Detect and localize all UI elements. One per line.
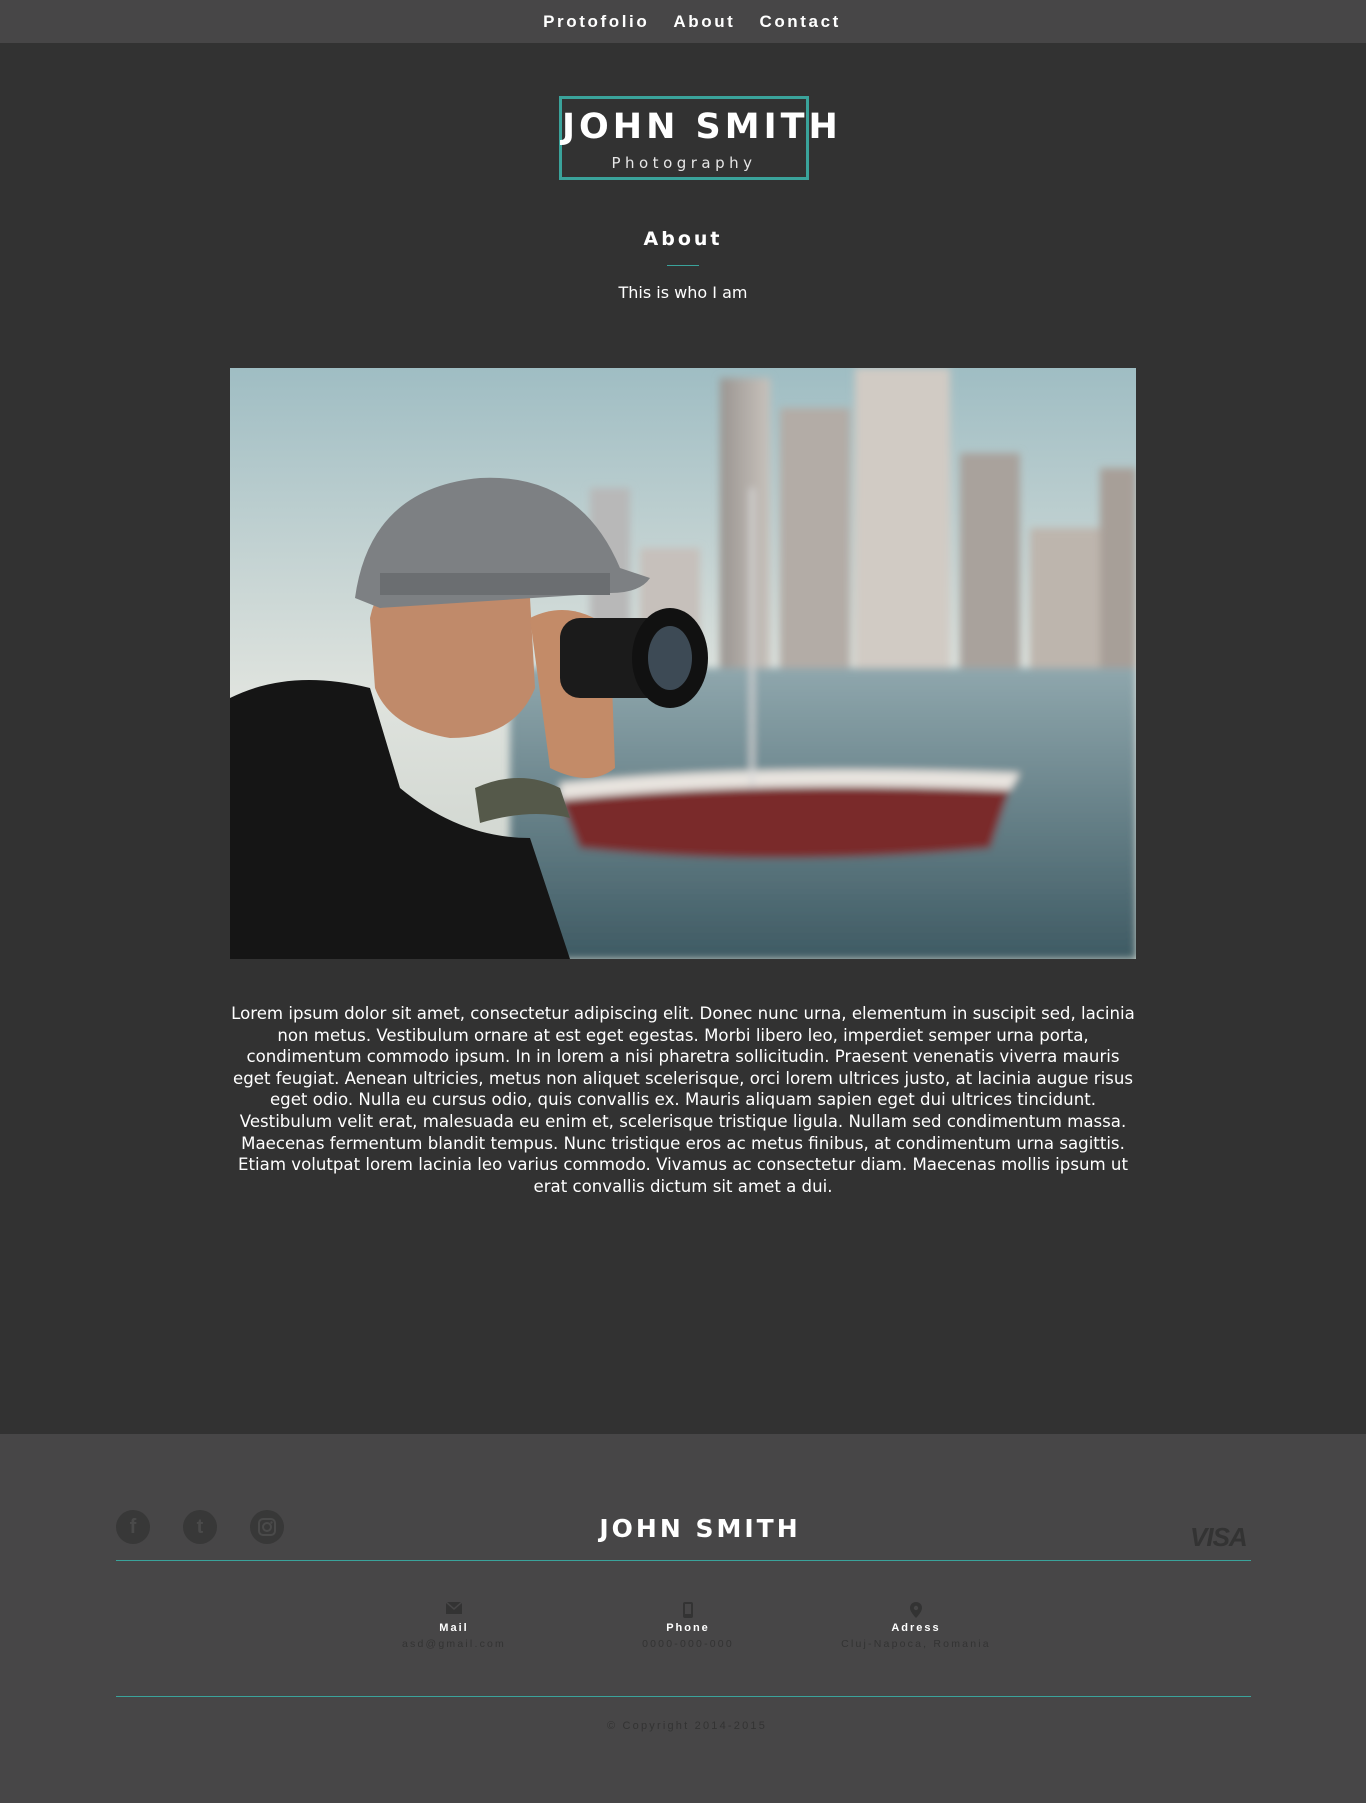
section-title-divider [667, 265, 699, 266]
mail-icon [364, 1602, 544, 1618]
top-navigation: Protofolio About Contact [0, 0, 1366, 43]
contact-phone-value[interactable]: 0000-000-000 [598, 1638, 778, 1650]
footer-brand-name: JOHN SMITH [599, 1514, 801, 1543]
footer-divider-top [116, 1560, 1251, 1561]
photographer-photo [230, 368, 1136, 959]
logo-tagline: Photography [611, 154, 757, 172]
footer: f t JOHN SMITH VISA Mail asd@gmail.com P… [0, 1434, 1366, 1803]
phone-icon [598, 1602, 778, 1618]
contact-mail: Mail asd@gmail.com [364, 1602, 544, 1650]
contact-label: Mail [439, 1622, 469, 1634]
contact-address-value: Cluj-Napoca, Romania [841, 1638, 991, 1650]
logo-name: JOHN SMITH [562, 107, 842, 147]
site-logo[interactable]: JOHN SMITH Photography [559, 96, 842, 180]
contact-address: Adress Cluj-Napoca, Romania [826, 1602, 1006, 1650]
nav-link-contact[interactable]: Contact [759, 12, 840, 32]
location-pin-icon [826, 1602, 1006, 1618]
copyright-text: © Copyright 2014-2015 [606, 1720, 768, 1732]
about-body-text: Lorem ipsum dolor sit amet, consectetur … [231, 1004, 1135, 1196]
contact-label: Adress [891, 1622, 941, 1634]
section-title: About [643, 228, 723, 250]
section-subtitle: This is who I am [618, 283, 748, 302]
nav-link-about[interactable]: About [673, 12, 735, 32]
contact-phone: Phone 0000-000-000 [598, 1602, 778, 1650]
nav-link-portfolio[interactable]: Protofolio [543, 12, 649, 32]
visa-icon: VISA [1190, 1522, 1248, 1552]
contact-label: Phone [666, 1622, 710, 1634]
contact-email-value[interactable]: asd@gmail.com [364, 1638, 544, 1650]
footer-divider-bottom [116, 1696, 1251, 1697]
